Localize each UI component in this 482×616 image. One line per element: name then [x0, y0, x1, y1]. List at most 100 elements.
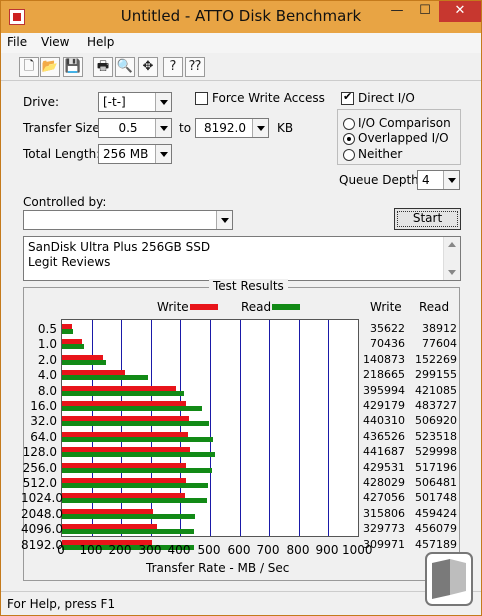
- transfer-size-label: 2.0: [37, 352, 57, 367]
- drive-select[interactable]: [-t-]: [98, 92, 172, 112]
- x-axis-label: Transfer Rate - MB / Sec: [146, 561, 290, 575]
- chevron-down-icon[interactable]: [155, 119, 171, 137]
- neither-radio[interactable]: [343, 149, 355, 161]
- read-bar: [62, 329, 74, 334]
- read-value: 529998: [415, 445, 457, 459]
- chevron-down-icon[interactable]: [252, 119, 268, 137]
- close-button[interactable]: ✕: [439, 1, 481, 22]
- read-bar: [62, 359, 106, 365]
- queue-depth-label: Queue Depth:: [339, 173, 423, 187]
- transfer-size-label: 256.0: [22, 460, 57, 475]
- write-value: 429179: [363, 399, 405, 412]
- drive-value: [-t-]: [103, 95, 126, 109]
- x-tick-label: 800: [286, 543, 310, 557]
- write-value: 427056: [363, 491, 405, 505]
- read-value: 523518: [415, 429, 457, 443]
- write-value: 218665: [363, 368, 405, 382]
- context-help-button[interactable]: ⁇: [185, 57, 205, 77]
- menu-bar: File View Help: [1, 33, 481, 53]
- force-write-checkbox[interactable]: [195, 92, 208, 105]
- io-comparison-radio[interactable]: [343, 118, 355, 130]
- read-bar: [62, 467, 212, 473]
- new-document-button[interactable]: 🗋: [19, 57, 39, 77]
- overlapped-io-label: Overlapped I/O: [358, 131, 449, 145]
- description-textarea[interactable]: SanDisk Ultra Plus 256GB SSD Legit Revie…: [23, 236, 461, 281]
- neither-label: Neither: [358, 147, 403, 161]
- help-button[interactable]: ?: [163, 57, 183, 77]
- direct-io-label: Direct I/O: [358, 91, 415, 105]
- open-folder-button[interactable]: 📂: [40, 57, 60, 77]
- read-value: 38912: [422, 322, 457, 335]
- menu-view[interactable]: View: [41, 35, 69, 49]
- x-tick-label: 100: [79, 543, 103, 557]
- x-tick-label: 200: [108, 543, 132, 557]
- write-value: 436526: [363, 429, 405, 443]
- context-help-icon: ⁇: [189, 59, 201, 74]
- queue-depth-value: 4: [422, 173, 430, 187]
- description-line: SanDisk Ultra Plus 256GB SSD: [28, 240, 211, 254]
- chevron-down-icon[interactable]: [155, 145, 171, 163]
- write-value: 440310: [363, 414, 405, 428]
- move-button[interactable]: ✥: [138, 57, 158, 77]
- direct-io-checkbox[interactable]: [341, 90, 354, 105]
- transfer-size-from-select[interactable]: 0.5: [98, 118, 172, 138]
- write-value: 395994: [363, 383, 405, 397]
- read-bar: [62, 513, 195, 519]
- legend-write-label: Write: [157, 300, 189, 314]
- toolbar: 🗋 📂 💾 🖶 🔍 ✥? ⁇: [1, 53, 481, 81]
- transfer-size-label: 4096.0: [21, 522, 63, 537]
- gridline: [151, 320, 152, 536]
- read-value: 152269: [415, 352, 457, 366]
- scroll-down-icon[interactable]: [448, 270, 456, 275]
- read-bar: [62, 406, 202, 411]
- print-icon: 🖶: [96, 59, 110, 74]
- write-value: 140873: [363, 352, 405, 366]
- total-length-value: 256 MB: [103, 147, 149, 161]
- transfer-from-value: 0.5: [118, 121, 138, 135]
- read-value: 517196: [415, 460, 457, 474]
- save-icon: 💾: [64, 59, 82, 74]
- write-value: 429531: [363, 460, 405, 474]
- read-value: 506481: [415, 476, 457, 489]
- total-length-select[interactable]: 256 MB: [98, 144, 172, 164]
- total-length-label: Total Length:: [23, 147, 101, 161]
- title-bar[interactable]: Untitled - ATTO Disk Benchmark — ☐ ✕: [1, 1, 481, 33]
- maximize-button[interactable]: ☐: [411, 1, 439, 22]
- gridline: [299, 320, 300, 536]
- legend-read-label: Read: [241, 300, 272, 314]
- legend-read-swatch: [272, 304, 300, 310]
- read-bar: [62, 375, 149, 381]
- write-value: 35622: [370, 322, 405, 335]
- chevron-down-icon[interactable]: [155, 93, 171, 111]
- queue-depth-select[interactable]: 4: [417, 170, 460, 190]
- chevron-down-icon[interactable]: [216, 211, 232, 229]
- menu-help[interactable]: Help: [87, 35, 114, 49]
- x-tick-label: 700: [256, 543, 280, 557]
- read-value: 483727: [415, 399, 457, 412]
- overlapped-io-radio[interactable]: [343, 133, 355, 145]
- save-button[interactable]: 💾: [63, 57, 83, 77]
- transfer-size-label: 128.0: [22, 445, 57, 460]
- write-value: 70436: [370, 337, 405, 351]
- start-button[interactable]: Start: [394, 208, 461, 230]
- transfer-size-label: 8.0: [37, 383, 57, 398]
- transfer-size-to-select[interactable]: 8192.0: [195, 118, 269, 138]
- controlled-by-select[interactable]: [23, 210, 233, 230]
- gridline: [210, 320, 211, 536]
- print-preview-button[interactable]: 🔍: [115, 57, 135, 77]
- transfer-to-label: to: [179, 121, 192, 135]
- vertical-scrollbar[interactable]: [443, 237, 460, 280]
- x-tick-label: 600: [227, 543, 251, 557]
- minimize-button[interactable]: —: [383, 1, 411, 22]
- force-write-label: Force Write Access: [212, 91, 325, 105]
- transfer-size-label: 4.0: [37, 368, 57, 383]
- chevron-down-icon[interactable]: [443, 171, 459, 189]
- menu-file[interactable]: File: [7, 35, 27, 49]
- io-comparison-label: I/O Comparison: [358, 116, 451, 130]
- read-bar: [62, 344, 85, 350]
- gridline: [121, 320, 122, 536]
- scroll-up-icon[interactable]: [448, 242, 456, 247]
- print-button[interactable]: 🖶: [93, 57, 113, 77]
- read-value: 459424: [415, 506, 457, 520]
- read-bar: [62, 452, 216, 458]
